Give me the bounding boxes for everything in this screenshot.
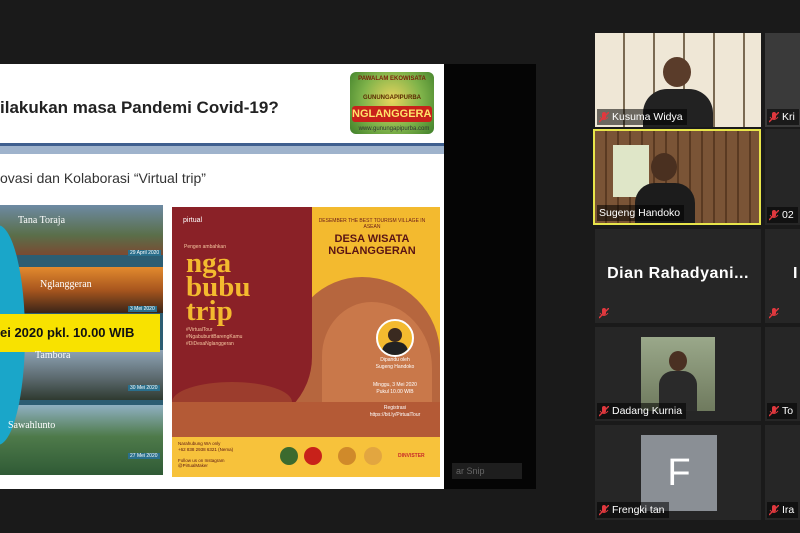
participant-tile-kusuma-widya[interactable]: Kusuma Widya <box>595 33 761 127</box>
participant-name: Frengki tan <box>612 504 665 516</box>
date-tambora: 30 Mei 2020 <box>128 385 160 391</box>
participant-name: 02 <box>782 209 794 221</box>
video-person-head <box>669 351 687 371</box>
logo-middle-text: GUNUNGAPIPURBA <box>362 95 421 101</box>
participant-nameplate: 02 <box>767 207 798 223</box>
poster-schedule: Minggu, 3 Mei 2020 Pukul 10.00 WIB <box>373 382 417 395</box>
participant-tile-dadang-kurnia[interactable]: Dadang Kurnia <box>595 327 761 421</box>
slide-title: ilakukan masa Pandemi Covid-19? <box>0 98 279 117</box>
poster-title: DESA WISATA NGLANGGERAN <box>312 233 432 257</box>
participant-display-name: I <box>793 265 798 282</box>
tambora-photo <box>0 350 163 400</box>
participant-tile-sugeng-handoko[interactable]: Sugeng Handoko <box>593 129 761 225</box>
participant-nameplate: Frengki tan <box>597 502 669 518</box>
poster-hashtags: #VirtualTour #NgabuburitBarengKamu #DiDe… <box>186 327 243 347</box>
caption-nglanggeran: Nglanggeran <box>40 279 92 290</box>
tana-toraja-photo <box>0 205 163 255</box>
poster-host-label: Dipandu oleh Sugeng Handoko <box>375 357 415 370</box>
snip-overlay-label: ar Snip <box>452 463 522 479</box>
slide-divider-line <box>0 143 444 146</box>
sponsor-label: DINVISTER <box>398 453 425 459</box>
participant-tile-frengki-tan[interactable]: F Frengki tan <box>595 425 761 520</box>
sponsor-logo-4 <box>364 447 382 465</box>
mic-muted-icon <box>769 307 779 318</box>
schedule-banner: ei 2020 pkl. 10.00 WIB <box>0 314 160 352</box>
participant-nameplate: Sugeng Handoko <box>597 205 685 221</box>
mic-muted-icon <box>769 209 779 220</box>
participant-nameplate: Dadang Kurnia <box>597 403 687 419</box>
poster-title-line-2: NGLANGGERAN <box>328 245 416 257</box>
host-avatar <box>376 319 414 357</box>
date-sawahlunto: 27 Mei 2020 <box>128 453 160 459</box>
poster-register: Registrasi https://bit.ly/PirtualTour <box>369 405 421 418</box>
participant-nameplate: To <box>767 403 798 419</box>
participant-tile-dian-rahadyani[interactable]: Dian Rahadyani... <box>595 229 761 323</box>
poster-headline: nga bubu trip <box>186 247 251 327</box>
participant-display-name: Dian Rahadyani... <box>607 265 749 282</box>
poster-brand: pirtual <box>183 217 203 224</box>
mic-muted-icon <box>769 405 779 416</box>
participant-nameplate: Ira <box>767 502 799 518</box>
sponsor-logo-1 <box>280 447 298 465</box>
date-nglanggeran: 3 Mei 2020 <box>128 306 157 312</box>
caption-sawahlunto: Sawahlunto <box>8 420 56 431</box>
participant-name: To <box>782 405 794 417</box>
participant-avatar: F <box>641 435 717 511</box>
participant-tile-to[interactable]: To <box>765 327 800 421</box>
caption-tambora: Tambora <box>35 350 71 361</box>
mic-muted-icon <box>599 307 609 318</box>
date-tana-toraja: 29 April 2020 <box>128 250 162 256</box>
participant-nameplate: Kri <box>767 109 799 125</box>
video-person-head <box>663 57 691 87</box>
sponsor-logo-2 <box>304 447 322 465</box>
sawahlunto-photo <box>0 405 163 475</box>
participant-nameplate <box>767 305 783 321</box>
poster-contact: Narahubung WA only +62 838 2938 6321 (Ne… <box>178 441 234 468</box>
participant-name: Dadang Kurnia <box>612 405 683 417</box>
mic-muted-icon <box>599 111 609 122</box>
shared-screen-padding <box>444 64 536 489</box>
participant-nameplate: Kusuma Widya <box>597 109 687 125</box>
mic-muted-icon <box>769 111 779 122</box>
slide-subtitle: ovasi dan Kolaborasi “Virtual trip” <box>0 170 206 186</box>
host-head <box>388 328 402 342</box>
participant-name: Sugeng Handoko <box>599 207 681 219</box>
mic-muted-icon <box>599 504 609 515</box>
mic-muted-icon <box>599 405 609 416</box>
video-person-head <box>651 153 677 181</box>
host-body <box>382 342 408 355</box>
participant-nameplate <box>597 305 613 321</box>
participant-tile-ira[interactable]: Ira <box>765 425 800 520</box>
logo-url: www.gunungapipurba.com <box>358 126 430 132</box>
caption-tana-toraja: Tana Toraja <box>18 215 66 226</box>
poster-title-line-1: DESA WISATA <box>334 233 410 245</box>
event-poster: pirtual Pengen ambahkan nga bubu trip #V… <box>172 207 440 477</box>
mic-muted-icon <box>769 504 779 515</box>
participant-tile-02[interactable]: 02 <box>765 129 800 225</box>
participant-tile-kri[interactable]: Kri <box>765 33 800 127</box>
participant-name: Kusuma Widya <box>612 111 683 123</box>
participant-tile-i[interactable]: I <box>765 229 800 323</box>
poster-presents: DESEMBER THE BEST TOURISM VILLAGE IN ASE… <box>318 218 426 230</box>
participant-name: Ira <box>782 504 795 516</box>
logo-arc-text: PAWALAM EKOWISATA <box>358 76 426 82</box>
sponsor-logo-3 <box>338 447 356 465</box>
logo-main-text: NGLANGGERAN <box>352 106 432 122</box>
participant-name: Kri <box>782 111 795 123</box>
